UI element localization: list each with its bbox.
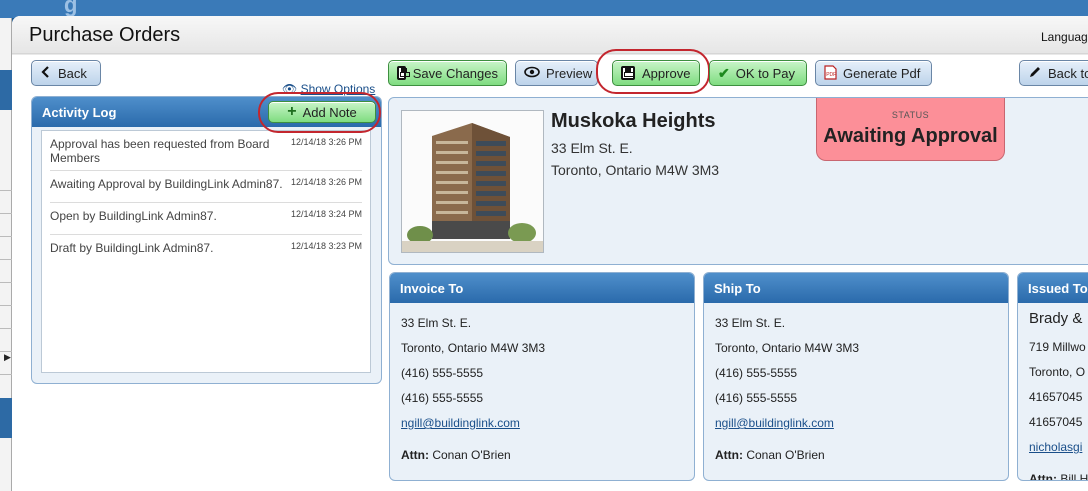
generate-pdf-label: Generate Pdf xyxy=(843,65,921,81)
property-name: Muskoka Heights xyxy=(551,110,716,132)
issued-to-title: Issued To xyxy=(1028,280,1088,296)
work-area: Back 👁 Show Options Save Changes Preview… xyxy=(12,49,1088,491)
ship-attn-name: Conan O'Brien xyxy=(746,448,825,462)
back-arrow-icon xyxy=(40,66,52,80)
property-address-line2: Toronto, Ontario M4W 3M3 xyxy=(551,162,720,178)
issued-address-line2: Toronto, O xyxy=(1029,365,1086,379)
status-label: STATUS xyxy=(891,110,930,120)
ship-phone1: (416) 555-5555 xyxy=(715,366,798,380)
invoice-address-line2: Toronto, Ontario M4W 3M3 xyxy=(401,341,546,355)
back-label: Back xyxy=(58,65,87,81)
pen-icon xyxy=(1028,65,1042,81)
property-address-line1: 33 Elm St. E. xyxy=(551,140,633,156)
issued-attn-label: Attn: xyxy=(1029,472,1057,481)
invoice-to-header: Invoice To xyxy=(390,273,694,303)
ship-to-panel: Ship To 33 Elm St. E. Toronto, Ontario M… xyxy=(703,272,1009,481)
left-edge-block xyxy=(0,70,12,110)
log-entry: Open by BuildingLink Admin87. 12/14/18 3… xyxy=(50,203,362,235)
log-entry-time: 12/14/18 3:23 PM xyxy=(290,241,362,251)
issued-phone1: 41657045 xyxy=(1029,390,1083,404)
property-panel: Muskoka Heights 33 Elm St. E. Toronto, O… xyxy=(388,97,1088,265)
ok-to-pay-label: OK to Pay xyxy=(735,65,795,81)
save-changes-button[interactable]: Save Changes xyxy=(388,60,507,86)
back-to-label: Back to xyxy=(1048,65,1088,81)
issued-address-line1: 719 Millwo xyxy=(1029,340,1086,354)
eye-icon xyxy=(524,66,540,80)
app-window: Purchase Orders Languag Back 👁 Show Opti… xyxy=(12,16,1088,491)
log-entry: Approval has been requested from Board M… xyxy=(50,131,362,171)
status-value: Awaiting Approval xyxy=(823,125,998,147)
log-entry-time: 12/14/18 3:26 PM xyxy=(290,177,362,187)
log-entry: Awaiting Approval by BuildingLink Admin8… xyxy=(50,171,362,203)
invoice-attn-label: Attn: xyxy=(401,448,429,462)
back-to-button[interactable]: Back to xyxy=(1019,60,1088,86)
building-photo xyxy=(401,110,544,253)
invoice-attn: Attn: Conan O'Brien xyxy=(401,448,683,473)
ship-phone2: (416) 555-5555 xyxy=(715,391,798,405)
log-entry: Draft by BuildingLink Admin87. 12/14/18 … xyxy=(50,235,362,267)
ok-to-pay-button[interactable]: ✔ OK to Pay xyxy=(709,60,807,86)
activity-log-panel: Activity Log Approval has been requested… xyxy=(31,96,382,384)
invoice-phone2: (416) 555-5555 xyxy=(401,391,484,405)
invoice-address-line1: 33 Elm St. E. xyxy=(401,316,472,330)
pdf-icon: PDF xyxy=(824,64,837,82)
left-edge-arrow-icon[interactable]: ▶ xyxy=(4,352,11,363)
title-bar: Purchase Orders Languag xyxy=(12,16,1088,54)
ship-attn-label: Attn: xyxy=(715,448,743,462)
preview-button[interactable]: Preview xyxy=(515,60,598,86)
preview-label: Preview xyxy=(546,65,593,81)
log-entry-time: 12/14/18 3:24 PM xyxy=(290,209,362,219)
ship-address-line2: Toronto, Ontario M4W 3M3 xyxy=(715,341,860,355)
invoice-phone1: (416) 555-5555 xyxy=(401,366,484,380)
generate-pdf-button[interactable]: PDF Generate Pdf xyxy=(815,60,932,86)
invoice-to-panel: Invoice To 33 Elm St. E. Toronto, Ontari… xyxy=(389,272,695,481)
left-edge-panel: ▶ xyxy=(0,18,12,491)
ship-address-line1: 33 Elm St. E. xyxy=(715,316,786,330)
add-note-highlight-ring xyxy=(258,92,381,133)
log-entry-text: Draft by BuildingLink Admin87. xyxy=(50,241,214,255)
log-entry-time: 12/14/18 3:26 PM xyxy=(290,137,362,147)
log-entry-text: Awaiting Approval by BuildingLink Admin8… xyxy=(50,177,283,191)
save-disk-icon xyxy=(397,66,410,80)
invoice-email-link[interactable]: ngill@buildinglink.com xyxy=(401,416,520,430)
ship-email-link[interactable]: ngill@buildinglink.com xyxy=(715,416,834,430)
ship-attn: Attn: Conan O'Brien xyxy=(715,448,997,473)
issued-to-panel: Issued To Brady & 719 Millwo Toronto, O … xyxy=(1017,272,1088,481)
left-edge-block xyxy=(0,398,12,438)
issued-attn-name: Bill H xyxy=(1060,472,1088,481)
status-badge: STATUS Awaiting Approval xyxy=(816,98,1005,161)
log-entry-text: Approval has been requested from Board M… xyxy=(50,137,270,165)
activity-log-list[interactable]: Approval has been requested from Board M… xyxy=(41,130,371,373)
checkmark-icon: ✔ xyxy=(718,65,730,81)
issued-email-link[interactable]: nicholasgi xyxy=(1029,440,1082,454)
page-title: Purchase Orders xyxy=(29,24,181,46)
log-entry-text: Open by BuildingLink Admin87. xyxy=(50,209,217,223)
ship-to-title: Ship To xyxy=(714,280,761,296)
save-changes-label: Save Changes xyxy=(412,65,498,81)
issued-phone2: 41657045 xyxy=(1029,415,1083,429)
language-selector[interactable]: Languag xyxy=(1041,30,1088,44)
issued-name: Brady & xyxy=(1029,310,1083,327)
back-button[interactable]: Back xyxy=(31,60,101,86)
svg-text:PDF: PDF xyxy=(826,72,836,78)
approve-highlight-ring xyxy=(596,49,710,94)
issued-to-header: Issued To xyxy=(1018,273,1088,303)
ship-to-header: Ship To xyxy=(704,273,1008,303)
invoice-attn-name: Conan O'Brien xyxy=(432,448,511,462)
issued-attn: Attn: Bill H xyxy=(1029,472,1088,481)
activity-log-title: Activity Log xyxy=(42,104,117,120)
invoice-to-title: Invoice To xyxy=(400,280,464,296)
